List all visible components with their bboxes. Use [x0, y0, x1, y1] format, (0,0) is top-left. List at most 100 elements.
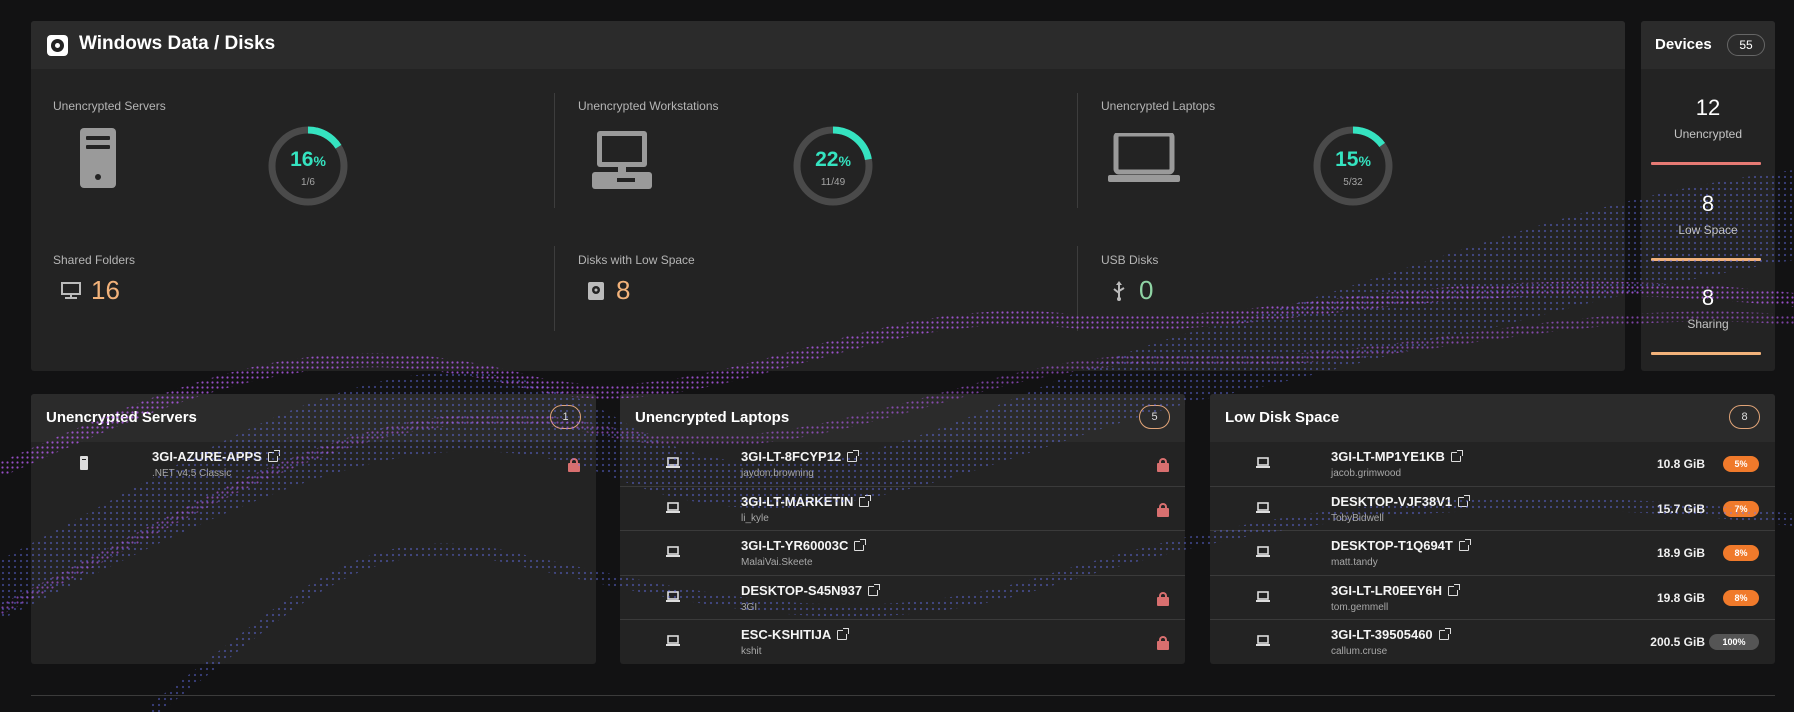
laptop-row[interactable]: 3GI-LT-8FCYP12 jaydon.browning [620, 442, 1185, 487]
windows-disks-panel: Windows Data / Disks Unencrypted Servers… [31, 21, 1625, 371]
low-disk-list-header: Low Disk Space 8 [1210, 394, 1775, 442]
laptop-row[interactable]: 3GI-LT-YR60003C MalaiVai.Skeete [620, 531, 1185, 576]
laptop-icon [666, 635, 680, 646]
free-space-value: 15.7 GiB [1656, 501, 1705, 516]
usb-disks-stat[interactable]: 0 [1109, 275, 1153, 306]
device-name-link[interactable]: 3GI-LT-YR60003C [741, 538, 867, 553]
free-percent-badge: 8% [1723, 589, 1759, 606]
shared-folder-icon [61, 281, 81, 301]
devices-sharing-count: 8 [1701, 285, 1715, 310]
unencrypted-workstations-label: Unencrypted Workstations [578, 99, 719, 113]
sharing-indicator-bar [1651, 352, 1761, 355]
device-name-link[interactable]: 3GI-LT-MARKETIN [741, 494, 872, 509]
laptop-icon [666, 501, 680, 513]
divider [554, 246, 555, 331]
devices-sharing-stat[interactable]: 8 Sharing [1651, 285, 1765, 331]
servers-gauge: 16% 1/6 [266, 124, 350, 208]
divider [1077, 93, 1078, 208]
devices-low-space-stat[interactable]: 8 Low Space [1651, 191, 1765, 237]
servers-count-badge: 1 [550, 405, 581, 429]
devices-title: Devices [1655, 36, 1712, 53]
external-link-icon[interactable] [854, 539, 867, 551]
laptops-percent: 15 [1335, 148, 1359, 171]
devices-panel: Devices 55 12 Unencrypted 8 Low Space 8 … [1641, 21, 1775, 371]
laptop-row[interactable]: ESC-KSHITIJA kshit [620, 620, 1185, 665]
external-link-icon[interactable] [1448, 583, 1461, 596]
device-subtitle: jacob.grimwood [1331, 468, 1402, 479]
laptops-count-badge: 5 [1139, 405, 1170, 429]
device-name-link[interactable]: ESC-KSHITIJA [741, 627, 850, 642]
free-percent-badge: 7% [1723, 500, 1759, 517]
divider [1077, 246, 1078, 331]
low-disk-row[interactable]: 3GI-LT-39505460 callum.cruse 200.5 GiB 1… [1210, 620, 1775, 665]
devices-low-space-count: 8 [1701, 191, 1715, 216]
devices-unencrypted-stat[interactable]: 12 Unencrypted [1651, 95, 1765, 141]
device-name-link[interactable]: DESKTOP-S45N937 [741, 583, 881, 598]
shared-folders-label: Shared Folders [53, 253, 136, 267]
laptop-icon [666, 590, 680, 602]
device-subtitle: jaydon.browning [741, 468, 814, 479]
low-disk-row[interactable]: DESKTOP-VJF38V1 TobyBidwell 15.7 GiB 7% [1210, 487, 1775, 531]
shared-folders-count: 16 [91, 275, 120, 305]
laptop-row[interactable]: DESKTOP-S45N937 3GI [620, 576, 1185, 620]
external-link-icon[interactable] [1458, 539, 1471, 551]
free-space-value: 19.8 GiB [1656, 590, 1705, 605]
page-title: Windows Data / Disks [79, 33, 276, 54]
server-icon [80, 456, 88, 470]
server-icon [80, 128, 116, 188]
free-space-value: 200.5 GiB [1650, 635, 1705, 649]
free-percent-badge: 100% [1709, 634, 1759, 650]
device-name-link[interactable]: 3GI-LT-MP1YE1KB [1331, 449, 1463, 464]
free-percent-badge: 8% [1723, 545, 1759, 561]
divider [554, 93, 555, 208]
laptop-icon [666, 546, 680, 557]
unencrypted-servers-label: Unencrypted Servers [53, 99, 166, 113]
external-link-icon[interactable] [1438, 628, 1451, 640]
device-subtitle: li_kyle [741, 512, 769, 524]
low-space-disks-stat[interactable]: 8 [586, 275, 630, 306]
laptop-icon [1256, 546, 1270, 557]
laptop-icon [666, 457, 680, 468]
device-name-link[interactable]: DESKTOP-VJF38V1 [1331, 494, 1471, 509]
workstations-percent: 22 [815, 148, 839, 171]
laptop-row[interactable]: 3GI-LT-MARKETIN li_kyle [620, 487, 1185, 531]
device-name-link[interactable]: DESKTOP-T1Q694T [1331, 538, 1471, 553]
external-link-icon[interactable] [847, 450, 860, 462]
device-name-link[interactable]: 3GI-LT-LR0EEY6H [1331, 583, 1461, 598]
low-disk-count-badge: 8 [1729, 405, 1760, 429]
external-link-icon[interactable] [1450, 450, 1463, 462]
servers-list-title: Unencrypted Servers [46, 409, 197, 426]
device-subtitle: .NET v4.5 Classic [152, 468, 232, 479]
servers-fraction: 1/6 [301, 177, 315, 188]
external-link-icon[interactable] [267, 450, 280, 462]
shared-folders-stat[interactable]: 16 [61, 275, 120, 306]
unencrypted-servers-panel: Unencrypted Servers 1 3GI-AZURE-APPS .NE… [31, 394, 596, 664]
external-link-icon[interactable] [868, 583, 881, 596]
low-disk-row[interactable]: DESKTOP-T1Q694T matt.tandy 18.9 GiB 8% [1210, 531, 1775, 576]
server-row[interactable]: 3GI-AZURE-APPS .NET v4.5 Classic [31, 442, 596, 487]
laptops-list-header: Unencrypted Laptops 5 [620, 394, 1185, 442]
laptops-list-title: Unencrypted Laptops [635, 409, 790, 426]
devices-count-badge: 55 [1727, 34, 1765, 56]
unencrypted-laptops-label: Unencrypted Laptops [1101, 99, 1216, 113]
low-space-indicator-bar [1651, 258, 1761, 261]
servers-percent: 16 [290, 148, 314, 171]
lock-icon [1157, 502, 1169, 517]
free-space-value: 18.9 GiB [1656, 546, 1705, 560]
laptops-fraction: 5/32 [1343, 177, 1363, 188]
footer-divider [31, 695, 1775, 696]
usb-disks-count: 0 [1139, 275, 1154, 305]
external-link-icon[interactable] [859, 494, 872, 507]
external-link-icon[interactable] [1458, 494, 1471, 507]
device-name-link[interactable]: 3GI-AZURE-APPS [152, 449, 280, 464]
low-disk-row[interactable]: 3GI-LT-MP1YE1KB jacob.grimwood 10.8 GiB … [1210, 442, 1775, 487]
device-name-link[interactable]: 3GI-LT-39505460 [1331, 627, 1451, 642]
unencrypted-laptops-panel: Unencrypted Laptops 5 3GI-LT-8FCYP12 jay… [620, 394, 1185, 664]
low-disk-row[interactable]: 3GI-LT-LR0EEY6H tom.gemmell 19.8 GiB 8% [1210, 576, 1775, 620]
workstations-gauge: 22% 11/49 [791, 124, 875, 208]
laptop-icon [1256, 501, 1270, 513]
device-subtitle: callum.cruse [1331, 646, 1388, 657]
device-name-link[interactable]: 3GI-LT-8FCYP12 [741, 449, 860, 464]
laptop-icon [1256, 457, 1270, 468]
external-link-icon[interactable] [837, 628, 850, 640]
